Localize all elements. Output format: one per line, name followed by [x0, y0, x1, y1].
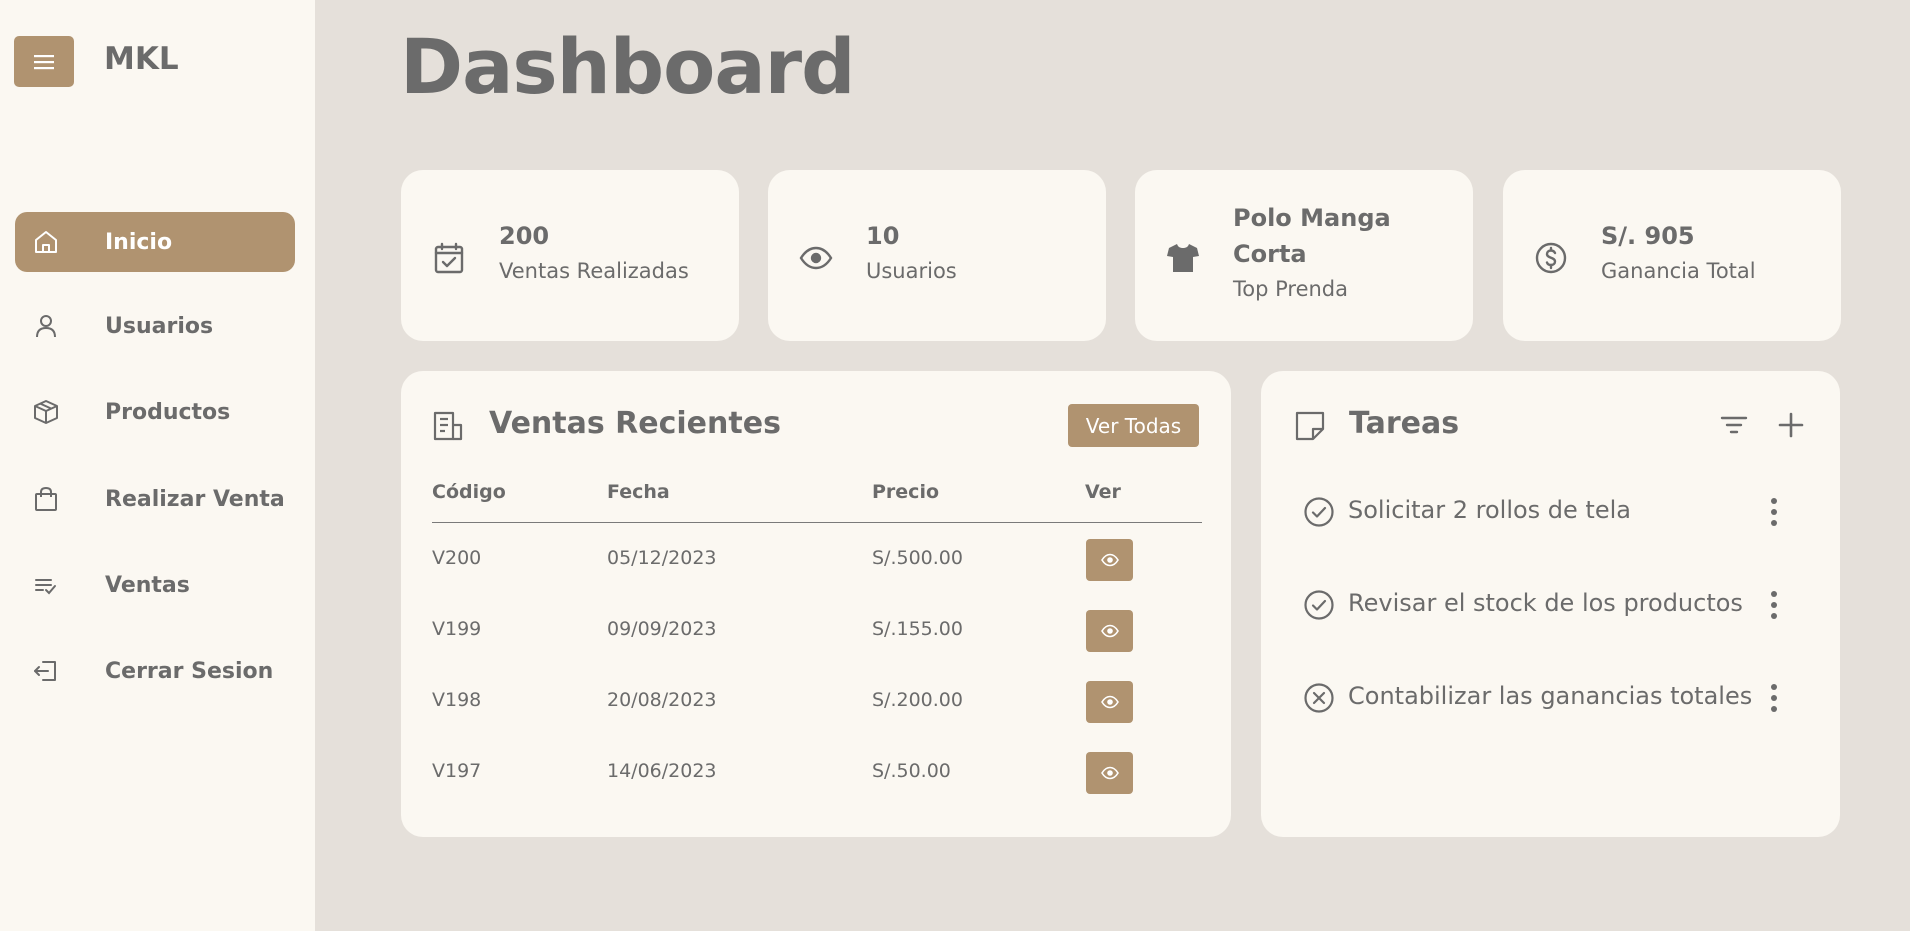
cell-precio: S/.50.00	[872, 760, 951, 782]
sidebar-item-cerrar-sesion[interactable]: Cerrar Sesion	[15, 641, 295, 701]
stat-card-usuarios: 10 Usuarios	[768, 170, 1106, 341]
brand-logo-text: MKL	[104, 41, 179, 77]
tshirt-icon	[1167, 244, 1199, 272]
sidebar-item-label: Realizar Venta	[105, 486, 285, 512]
shopping-bag-icon	[35, 487, 57, 511]
sidebar-item-ventas[interactable]: Ventas	[15, 555, 295, 615]
receipt-icon	[433, 411, 463, 441]
sidebar-item-inicio[interactable]: Inicio	[15, 212, 295, 272]
cell-fecha: 14/06/2023	[607, 760, 717, 782]
cell-precio: S/.200.00	[872, 689, 963, 711]
cell-fecha: 20/08/2023	[607, 689, 717, 711]
stat-label: Ganancia Total	[1601, 259, 1756, 283]
home-icon	[35, 231, 57, 253]
sidebar-item-label: Inicio	[105, 229, 173, 255]
x-circle-icon[interactable]	[1303, 682, 1335, 714]
box-icon	[34, 400, 58, 424]
eye-icon	[1100, 766, 1119, 780]
cell-precio: S/.155.00	[872, 618, 963, 640]
task-text: Revisar el stock de los productos	[1348, 589, 1743, 617]
tasks-title: Tareas	[1349, 406, 1460, 441]
column-header-precio: Precio	[872, 481, 940, 503]
cell-codigo: V199	[432, 618, 482, 640]
column-header-fecha: Fecha	[607, 481, 670, 503]
hamburger-icon	[34, 54, 54, 69]
view-sale-button[interactable]	[1086, 752, 1133, 794]
view-sale-button[interactable]	[1086, 610, 1133, 652]
stat-card-ventas: 200 Ventas Realizadas	[401, 170, 739, 341]
ver-todas-button[interactable]: Ver Todas	[1068, 404, 1199, 447]
more-vertical-icon[interactable]	[1764, 495, 1784, 529]
task-text: Contabilizar las ganancias totales	[1348, 682, 1753, 710]
stat-card-top-prenda: Polo Manga Corta Top Prenda	[1135, 170, 1473, 341]
cell-fecha: 09/09/2023	[607, 618, 717, 640]
eye-icon	[1100, 695, 1119, 709]
stat-label: Ventas Realizadas	[499, 259, 689, 283]
logout-icon	[34, 661, 56, 681]
more-vertical-icon[interactable]	[1764, 588, 1784, 622]
stat-value: 10	[866, 222, 900, 250]
page-title: Dashboard	[400, 22, 855, 111]
calendar-check-icon	[434, 242, 464, 274]
stat-value: S/. 905	[1601, 222, 1695, 250]
recent-sales-title: Ventas Recientes	[489, 406, 781, 441]
view-sale-button[interactable]	[1086, 539, 1133, 581]
check-circle-icon[interactable]	[1303, 589, 1335, 621]
check-circle-icon[interactable]	[1303, 496, 1335, 528]
sidebar-item-label: Usuarios	[105, 313, 214, 339]
recent-sales-panel: Ventas Recientes Ver Todas Código Fecha …	[401, 371, 1231, 837]
dollar-circle-icon	[1535, 242, 1567, 274]
tasks-panel: Tareas Solicitar 2 rollos de tela Revisa…	[1261, 371, 1840, 837]
eye-icon	[1100, 553, 1119, 567]
stat-value: 200	[499, 222, 550, 250]
cell-codigo: V197	[432, 760, 482, 782]
column-header-codigo: Código	[432, 481, 506, 503]
task-text: Solicitar 2 rollos de tela	[1348, 496, 1631, 524]
stat-label: Top Prenda	[1233, 277, 1349, 301]
sidebar-item-label: Cerrar Sesion	[105, 658, 274, 684]
stat-value: Polo Manga Corta	[1233, 204, 1391, 268]
sticky-note-icon	[1295, 411, 1325, 441]
user-icon	[36, 315, 56, 338]
cell-fecha: 05/12/2023	[607, 547, 717, 569]
eye-icon	[1100, 624, 1119, 638]
stat-card-ganancia: S/. 905 Ganancia Total	[1503, 170, 1841, 341]
menu-toggle-button[interactable]	[14, 36, 74, 87]
more-vertical-icon[interactable]	[1764, 681, 1784, 715]
table-header-divider	[432, 522, 1202, 523]
stat-label: Usuarios	[866, 259, 957, 283]
sidebar-item-label: Ventas	[105, 572, 190, 598]
eye-icon	[799, 246, 833, 270]
column-header-ver: Ver	[1085, 481, 1121, 503]
cell-codigo: V200	[432, 547, 482, 569]
view-sale-button[interactable]	[1086, 681, 1133, 723]
sidebar-item-productos[interactable]: Productos	[15, 382, 295, 442]
sidebar-item-usuarios[interactable]: Usuarios	[15, 296, 295, 356]
sidebar-item-label: Productos	[105, 399, 231, 425]
filter-icon[interactable]	[1716, 407, 1752, 443]
cell-precio: S/.500.00	[872, 547, 963, 569]
list-check-icon	[35, 579, 56, 595]
add-task-icon[interactable]	[1773, 407, 1809, 443]
sidebar: MKL Inicio Usuarios Productos Realizar V…	[0, 0, 315, 931]
cell-codigo: V198	[432, 689, 482, 711]
sidebar-item-realizar-venta[interactable]: Realizar Venta	[15, 469, 295, 529]
